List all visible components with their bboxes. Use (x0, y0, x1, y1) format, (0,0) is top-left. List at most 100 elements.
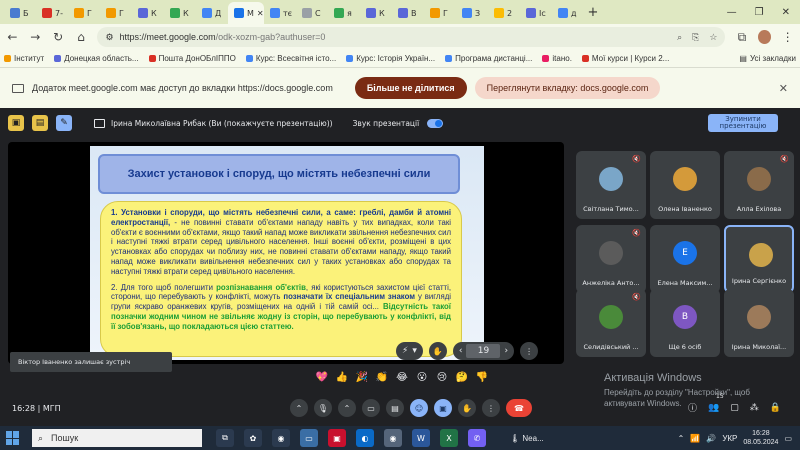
people-icon[interactable]: 👥 (708, 403, 719, 413)
browser-tab[interactable]: 7- (36, 2, 68, 24)
slides-icon[interactable]: ▤ (32, 115, 48, 131)
activities-icon[interactable]: ⁂ (750, 403, 759, 413)
reload-icon[interactable]: ↻ (52, 30, 65, 44)
next-slide-icon[interactable]: › (504, 346, 508, 356)
minimize-icon[interactable]: — (727, 7, 737, 18)
participant-tile[interactable]: Ірина Миколаї... (724, 289, 794, 357)
browser-tab[interactable]: 2 (488, 2, 520, 24)
taskbar-search[interactable]: ⌕ Пошук (32, 429, 202, 447)
pointer-button[interactable]: ✋ (428, 342, 447, 360)
participant-tile[interactable]: В Ще 6 осіб (650, 289, 720, 357)
info-icon[interactable]: ⓘ (688, 401, 697, 414)
bookmark-item[interactable]: Донецкая область... (54, 54, 139, 63)
participant-tile[interactable]: Анжеліка Анто... 🔇 (576, 225, 646, 293)
excel-icon[interactable]: X (440, 429, 458, 447)
browser-tab[interactable]: С (296, 2, 328, 24)
participant-tile[interactable]: Олена Іваненко (650, 151, 720, 219)
pen-icon[interactable]: ✎ (56, 115, 72, 131)
audio-options-icon[interactable]: ⌃ (290, 399, 308, 417)
browser-tab[interactable]: К (132, 2, 164, 24)
explorer-icon[interactable]: ▭ (300, 429, 318, 447)
close-tab-icon[interactable]: ✕ (257, 9, 264, 18)
bookmark-star-icon[interactable]: ☆ (709, 32, 717, 43)
menu-icon[interactable]: ⋮ (781, 30, 794, 44)
bookmark-item[interactable]: itано. (542, 54, 572, 63)
browser-tab[interactable]: Г (68, 2, 100, 24)
browser-tab[interactable]: тє (264, 2, 296, 24)
reaction-emoji[interactable]: 👎 (475, 372, 489, 383)
close-window-icon[interactable]: ✕ (782, 7, 790, 18)
browser-tab[interactable]: Б (4, 2, 36, 24)
reaction-emoji[interactable]: 😢 (435, 372, 449, 383)
chrome-icon[interactable]: ◉ (272, 429, 290, 447)
browser-tab[interactable]: д (552, 2, 584, 24)
video-options-icon[interactable]: ⌃ (338, 399, 356, 417)
language-indicator[interactable]: УКР (722, 434, 737, 443)
bookmark-item[interactable]: Інститут (4, 54, 44, 63)
taskbar-clock[interactable]: 16:28 08.05.2024 (743, 429, 778, 447)
chrome-active-icon[interactable]: ◉ (384, 429, 402, 447)
profile-avatar[interactable] (758, 30, 772, 44)
browser-tab[interactable]: Г (424, 2, 456, 24)
captions-icon[interactable]: ▤ (386, 399, 404, 417)
browser-tab[interactable]: В (392, 2, 424, 24)
share-icon[interactable]: ⎘ (692, 32, 699, 43)
view-tab-button[interactable]: Переглянути вкладку: docs.google.com (474, 77, 661, 99)
back-icon[interactable]: ← (6, 30, 19, 44)
all-bookmarks[interactable]: ▤ Усі закладки (739, 54, 796, 63)
participant-tile[interactable]: Світлана Тимо... 🔇 (576, 151, 646, 219)
browser-tab[interactable]: К (360, 2, 392, 24)
participant-tile[interactable]: Селидівський ... 🔇 (576, 289, 646, 357)
extensions-icon[interactable]: ⧉ (735, 30, 748, 45)
network-icon[interactable]: 📶 (690, 434, 700, 443)
edge-icon[interactable]: ◐ (356, 429, 374, 447)
presentation-sound-toggle[interactable] (427, 118, 444, 128)
browser-tab[interactable]: К (164, 2, 196, 24)
more-actions-icon[interactable]: ⋮ (482, 399, 500, 417)
url-input[interactable]: ⚙ https://meet.google.com/odk-xozm-gab?a… (97, 27, 726, 47)
zoom-icon[interactable]: ⌕ (677, 32, 682, 43)
browser-tab[interactable]: я (328, 2, 360, 24)
task-view-icon[interactable]: ⧉ (216, 429, 234, 447)
leave-call-button[interactable]: ☎ (506, 399, 532, 417)
new-tab-button[interactable]: + (584, 5, 602, 20)
reaction-emoji[interactable]: 👍 (335, 372, 349, 383)
stop-presenting-button[interactable]: Зупинити презентацію (708, 114, 778, 132)
close-icon[interactable]: ✕ (779, 82, 788, 95)
browser-tab[interactable]: Іс (520, 2, 552, 24)
bookmark-item[interactable]: Мої курси | Курси 2... (581, 54, 669, 63)
participant-tile[interactable]: Е Елена Максим... (650, 225, 720, 293)
prev-slide-icon[interactable]: ‹ (459, 346, 463, 356)
reaction-emoji[interactable]: 🤔 (455, 372, 469, 383)
browser-tab[interactable]: M ✕ (228, 2, 264, 24)
bookmark-item[interactable]: Курс: Історія Україн... (346, 54, 435, 63)
browser-tab[interactable]: Д (196, 2, 228, 24)
raise-hand-icon[interactable]: ✋ (458, 399, 476, 417)
bookmark-item[interactable]: Пошта ДонОБлІППО (148, 54, 236, 63)
photos-icon[interactable]: ✿ (244, 429, 262, 447)
laser-pointer-button[interactable]: ⚡ ▾ (396, 342, 423, 360)
site-info-icon[interactable]: ⚙ (105, 32, 113, 43)
stop-sharing-button[interactable]: Більше не ділитися (354, 77, 467, 99)
page-number[interactable]: 19 (466, 344, 501, 358)
home-icon[interactable]: ⌂ (75, 30, 88, 44)
reaction-emoji[interactable]: 😂 (395, 372, 409, 383)
participant-tile[interactable]: Алла Ехілова 🔇 (724, 151, 794, 219)
maximize-icon[interactable]: ❐ (755, 7, 764, 18)
host-controls-icon[interactable]: 🔒 (770, 403, 781, 413)
reaction-emoji[interactable]: 💖 (315, 372, 329, 383)
camera-icon[interactable]: ▭ (362, 399, 380, 417)
tray-chevron-icon[interactable]: ⌃ (678, 434, 685, 443)
browser-tab[interactable]: З (456, 2, 488, 24)
volume-icon[interactable]: 🔊 (706, 434, 716, 443)
chat-icon[interactable]: ▢ (730, 403, 739, 413)
weather-widget[interactable]: 🌡 Nea... (510, 434, 544, 443)
word-icon[interactable]: W (412, 429, 430, 447)
participant-tile[interactable]: Ірина Сергієнко (724, 225, 794, 293)
reaction-emoji[interactable]: 😮 (415, 372, 429, 383)
app-red-icon[interactable]: ▣ (328, 429, 346, 447)
notifications-icon[interactable]: ▭ (784, 434, 792, 443)
present-now-icon[interactable]: ▣ (434, 399, 452, 417)
reactions-icon[interactable]: ☺ (410, 399, 428, 417)
forward-icon[interactable]: → (29, 30, 42, 44)
